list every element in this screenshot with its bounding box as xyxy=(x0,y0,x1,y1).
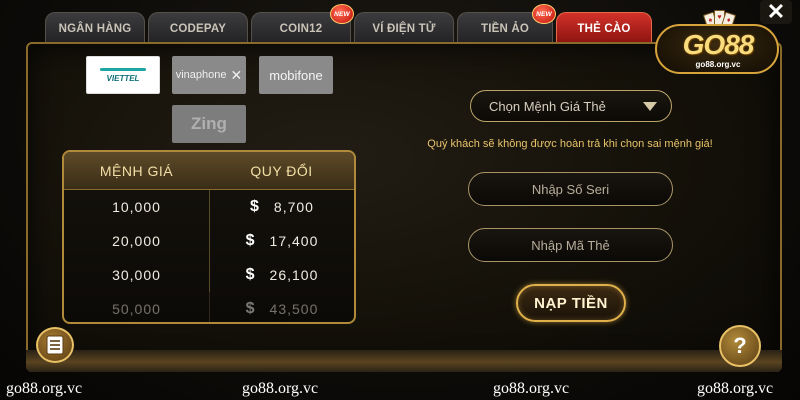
value-cell: $43,500 xyxy=(209,292,354,322)
value-cell: $8,700 xyxy=(209,190,354,224)
carrier-vinaphone-label: vinaphone xyxy=(175,69,227,81)
dollar-icon: $ xyxy=(245,300,256,317)
tab-label: NGÂN HÀNG xyxy=(58,22,132,35)
chevron-down-icon xyxy=(643,102,657,111)
carrier-viettel[interactable]: VIETTEL xyxy=(86,56,160,94)
exchange-rate-table: MỆNH GIÁ QUY ĐỔI 10,000 $8,700 20,000 $1… xyxy=(62,150,356,324)
viettel-logo-mark xyxy=(100,67,146,71)
table-header: MỆNH GIÁ QUY ĐỔI xyxy=(64,152,354,190)
column-header: QUY ĐỔI xyxy=(250,162,313,179)
payment-tabs: NGÂN HÀNG CODEPAY COIN12 NEW VÍ ĐIỆN TỬ … xyxy=(45,4,655,44)
table-row: 10,000 $8,700 xyxy=(64,190,354,224)
panel-bottom-bar xyxy=(26,350,782,372)
value-text: 26,100 xyxy=(269,267,319,283)
carrier-viettel-label: VIETTEL xyxy=(106,73,140,83)
deposit-button-label: NẠP TIỀN xyxy=(534,294,608,312)
tab-label: VÍ ĐIỆN TỬ xyxy=(372,22,436,35)
value-text: 43,500 xyxy=(269,301,319,317)
logo-url: go88.org.vc xyxy=(695,60,741,69)
carrier-vinaphone[interactable]: vinaphone ✕ xyxy=(172,56,246,94)
tab-tien-ao[interactable]: TIỀN ẢO NEW xyxy=(457,4,556,44)
tab-label: TIỀN ẢO xyxy=(480,22,530,35)
tab-coin12[interactable]: COIN12 NEW xyxy=(251,4,354,44)
tab-the-cao[interactable]: THẺ CÀO xyxy=(556,12,652,44)
value-text: 17,400 xyxy=(269,233,319,249)
tab-label: COIN12 xyxy=(279,22,323,35)
denomination-cell: 50,000 xyxy=(112,301,161,317)
value-cell: $17,400 xyxy=(209,224,354,258)
watermark-strip: go88.org.vc go88.org.vc go88.org.vc go88… xyxy=(0,380,800,400)
warning-text: Quý khách sẽ không được hoàn trả khi chọ… xyxy=(427,138,713,150)
tab-label: THẺ CÀO xyxy=(577,22,631,35)
watermark-text: go88.org.vc xyxy=(493,380,570,397)
carrier-mobifone-label: mobifone xyxy=(269,67,323,83)
dollar-icon: $ xyxy=(250,198,260,215)
document-icon xyxy=(46,335,64,355)
table-row: 50,000 $43,500 xyxy=(64,292,354,322)
new-badge: NEW xyxy=(330,4,354,24)
deposit-screen: NGÂN HÀNG CODEPAY COIN12 NEW VÍ ĐIỆN TỬ … xyxy=(0,0,800,400)
vinaphone-star-icon: ✕ xyxy=(230,66,243,83)
card-code-input[interactable] xyxy=(468,228,673,262)
logo-text: GO88 xyxy=(682,29,755,60)
carrier-zing[interactable]: Zing xyxy=(172,105,246,143)
history-button[interactable] xyxy=(36,327,74,363)
dollar-icon: $ xyxy=(245,266,256,283)
value-text: 8,700 xyxy=(273,199,314,215)
carrier-mobifone[interactable]: mobifone xyxy=(259,56,333,94)
table-row: 20,000 $17,400 xyxy=(64,224,354,258)
table-row: 30,000 $26,100 xyxy=(64,258,354,292)
denomination-cell: 10,000 xyxy=(112,199,161,215)
close-button[interactable]: ✕ xyxy=(760,0,792,24)
new-badge: NEW xyxy=(532,4,556,24)
tab-label: CODEPAY xyxy=(169,22,227,35)
tab-vi-dien-tu[interactable]: VÍ ĐIỆN TỬ xyxy=(354,12,454,44)
value-cell: $26,100 xyxy=(209,258,354,292)
watermark-text: go88.org.vc xyxy=(242,380,319,397)
close-icon: ✕ xyxy=(766,0,786,24)
deposit-button[interactable]: NẠP TIỀN xyxy=(516,284,626,322)
help-button[interactable]: ? xyxy=(719,325,761,367)
tab-codepay[interactable]: CODEPAY xyxy=(148,12,248,44)
watermark-text: go88.org.vc xyxy=(6,380,83,397)
tab-ngan-hang[interactable]: NGÂN HÀNG xyxy=(45,12,145,44)
question-mark-icon: ? xyxy=(733,333,747,358)
serial-input[interactable] xyxy=(468,172,673,206)
dollar-icon: $ xyxy=(245,232,256,249)
denomination-cell: 20,000 xyxy=(112,233,161,249)
column-header: MỆNH GIÁ xyxy=(99,162,174,179)
denomination-select-label: Chọn Mệnh Giá Thẻ xyxy=(489,98,606,114)
carrier-zing-label: Zing xyxy=(191,114,227,133)
denomination-select[interactable]: Chọn Mệnh Giá Thẻ xyxy=(470,90,672,122)
watermark-text: go88.org.vc xyxy=(697,380,774,397)
denomination-cell: 30,000 xyxy=(112,267,161,283)
